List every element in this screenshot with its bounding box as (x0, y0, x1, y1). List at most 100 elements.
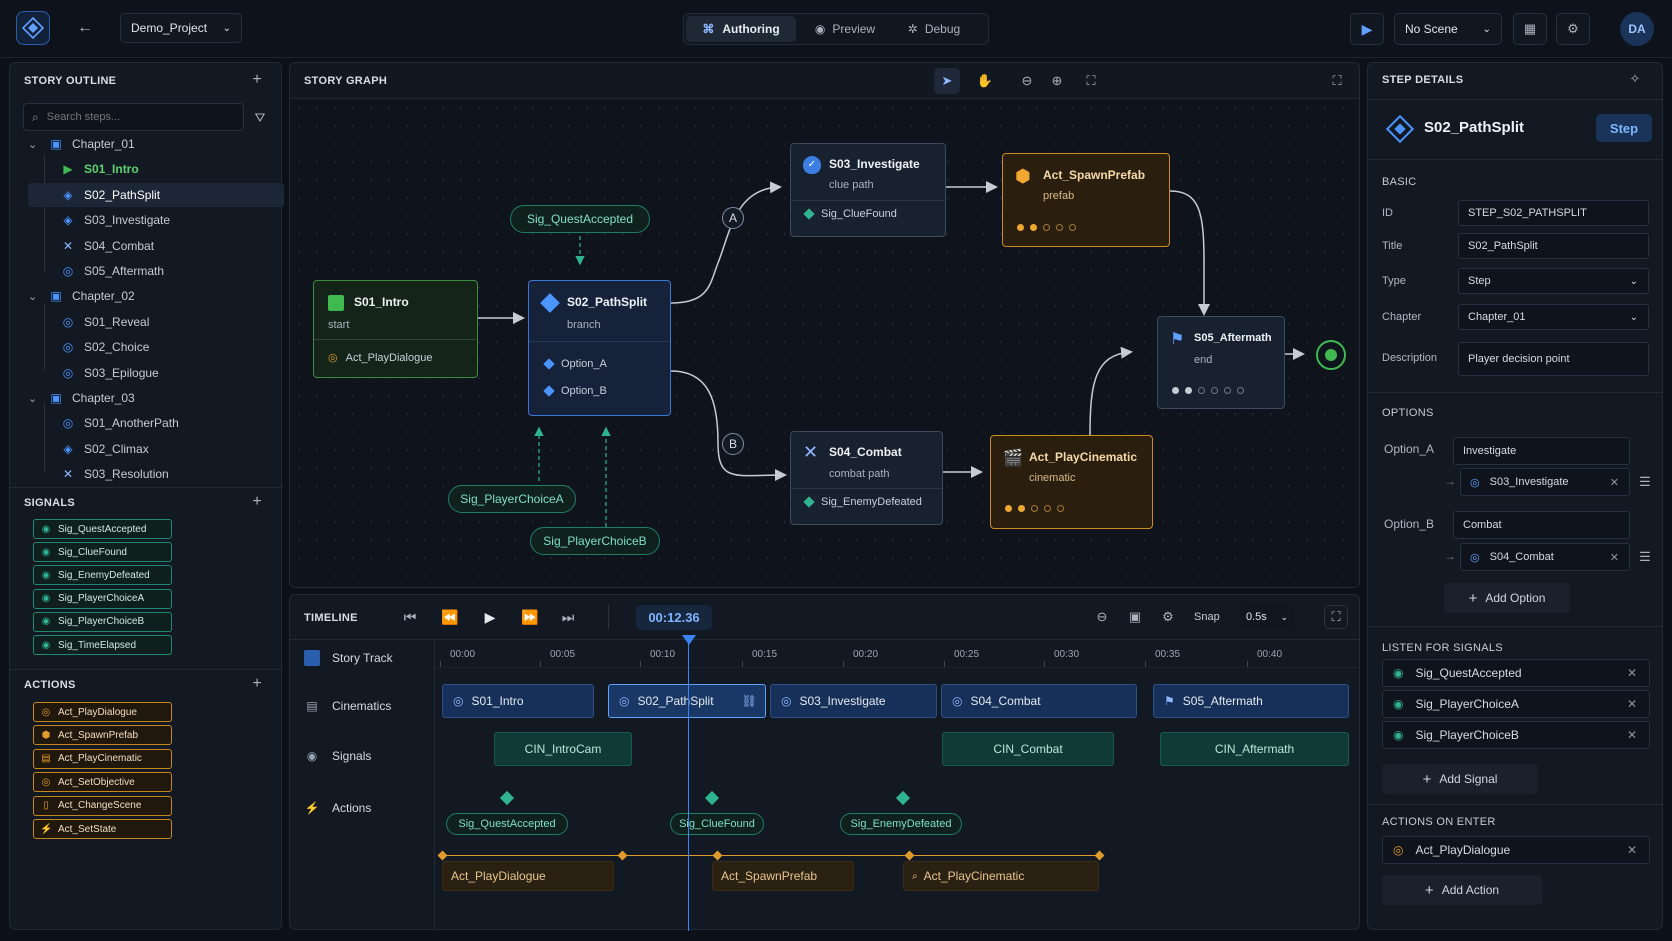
clip-s05-aftermath[interactable]: ⚑ S05_Aftermath (1153, 684, 1349, 718)
option-a-menu-button[interactable]: ☰ (1634, 470, 1656, 494)
close-icon[interactable]: ✕ (1627, 697, 1637, 711)
play-button[interactable]: ▶ (1350, 13, 1384, 45)
tl-signal-clue-found[interactable]: Sig_ClueFound (670, 813, 764, 835)
signal-chip[interactable]: ◉ Sig_EnemyDefeated (33, 565, 172, 586)
back-button[interactable]: ← (72, 15, 98, 41)
close-icon[interactable]: ✕ (1627, 666, 1637, 680)
node-s04-combat[interactable]: ✕ S04_Combat combat path Sig_EnemyDefeat… (790, 431, 943, 525)
avatar[interactable]: DA (1620, 12, 1654, 46)
option-b-value[interactable]: Combat (1453, 511, 1630, 539)
timeline-play-button[interactable]: ▶ (478, 605, 502, 629)
pin-button[interactable]: ✧ (1624, 68, 1646, 90)
option-a-target[interactable]: ◎ S03_Investigate ✕ (1460, 468, 1630, 496)
chevron-down-icon[interactable]: ⌄ (28, 392, 42, 405)
node-s05-aftermath[interactable]: ⚑ S05_Aftermath end (1157, 316, 1285, 409)
listen-signal-item[interactable]: ◉ Sig_PlayerChoiceA ✕ (1382, 690, 1650, 718)
outline-step[interactable]: ◈ S03_Investigate (28, 208, 284, 232)
add-signal-button[interactable]: + (246, 491, 268, 513)
outline-step[interactable]: ▶ S01_Intro (28, 157, 284, 181)
timeline-settings-button[interactable]: ⚙ (1156, 605, 1180, 629)
close-icon[interactable]: ✕ (1627, 728, 1637, 742)
settings-button[interactable]: ⚙ (1556, 13, 1590, 45)
tab-preview[interactable]: ◉ Preview (800, 16, 890, 42)
node-option-a[interactable]: Option_A (543, 358, 607, 370)
add-action-button[interactable]: + (246, 673, 268, 695)
description-field[interactable]: Player decision point (1458, 342, 1649, 376)
signal-chip[interactable]: ◉ Sig_PlayerChoiceA (33, 588, 172, 609)
outline-step[interactable]: ◈ S02_Climax (28, 437, 284, 461)
chapter-select[interactable]: Chapter_01 ⌄ (1458, 304, 1649, 330)
skip-start-button[interactable]: ⏮ (398, 605, 422, 629)
clip-cin-combat[interactable]: CIN_Combat (942, 732, 1114, 766)
node-s02-pathsplit[interactable]: S02_PathSplit branch Option_A Option_B (528, 280, 671, 416)
add-action-to-step-button[interactable]: + Add Action (1382, 875, 1542, 905)
outline-step[interactable]: ◎ S03_Epilogue (28, 361, 284, 385)
clip-act-spawn-prefab[interactable]: Act_SpawnPrefab (712, 861, 854, 891)
filter-button[interactable]: ⛛ (249, 107, 271, 129)
id-field[interactable]: STEP_S02_PATHSPLIT (1458, 200, 1649, 226)
title-field[interactable]: S02_PathSplit (1458, 233, 1649, 259)
close-icon[interactable]: ✕ (1610, 551, 1619, 564)
outline-step[interactable]: ◈ S02_PathSplit (28, 182, 284, 207)
action-chip[interactable]: ▤ Act_PlayCinematic (33, 748, 172, 769)
node-s01-intro[interactable]: S01_Intro start ◎ Act_PlayDialogue (313, 280, 478, 378)
signal-chip[interactable]: ◉ Sig_TimeElapsed (33, 635, 172, 655)
node-act-play-cinematic[interactable]: 🎬 Act_PlayCinematic cinematic (990, 435, 1153, 529)
outline-chapter[interactable]: ⌄ ▣ Chapter_01 (28, 132, 284, 156)
layout-button[interactable]: ▦ (1513, 13, 1547, 45)
outline-step[interactable]: ◎ S01_AnotherPath (28, 411, 284, 435)
node-option-b[interactable]: Option_B (543, 385, 607, 397)
action-chip[interactable]: ◎ Act_PlayDialogue (33, 702, 172, 722)
app-logo[interactable] (16, 11, 50, 45)
graph-signal-quest-accepted[interactable]: Sig_QuestAccepted (510, 205, 650, 233)
capture-button[interactable]: ▣ (1123, 605, 1147, 629)
graph-signal-player-choice-a[interactable]: Sig_PlayerChoiceA (448, 485, 576, 513)
timeline-expand-button[interactable]: ⛶ (1324, 605, 1348, 629)
tl-signal-enemy-defeated[interactable]: Sig_EnemyDefeated (840, 813, 962, 835)
scene-select[interactable]: No Scene ⌄ (1394, 13, 1502, 45)
action-chip[interactable]: ▯ Act_ChangeScene (33, 795, 172, 816)
add-step-button[interactable]: + (246, 69, 268, 91)
clip-act-play-cinematic[interactable]: ⌕ Act_PlayCinematic (903, 861, 1099, 891)
clip-cin-aftermath[interactable]: CIN_Aftermath (1160, 732, 1349, 766)
listen-signal-item[interactable]: ◉ Sig_QuestAccepted ✕ (1382, 659, 1650, 687)
action-chip[interactable]: ⬢ Act_SpawnPrefab (33, 725, 172, 746)
add-option-button[interactable]: + Add Option (1444, 583, 1570, 613)
tl-signal-quest-accepted[interactable]: Sig_QuestAccepted (446, 813, 568, 835)
option-b-menu-button[interactable]: ☰ (1634, 545, 1656, 569)
chevron-down-icon[interactable]: ⌄ (28, 138, 42, 151)
outline-step[interactable]: ✕ S03_Resolution (28, 462, 284, 486)
close-icon[interactable]: ✕ (1627, 843, 1637, 857)
close-icon[interactable]: ✕ (1610, 476, 1619, 489)
clip-s01-intro[interactable]: ◎ S01_Intro (442, 684, 594, 718)
step-back-button[interactable]: ⏪ (438, 605, 462, 629)
outline-chapter[interactable]: ⌄ ▣ Chapter_03 (28, 386, 284, 410)
option-b-target[interactable]: ◎ S04_Combat ✕ (1460, 543, 1630, 571)
search-input[interactable] (46, 111, 217, 123)
add-signal-to-step-button[interactable]: + Add Signal (1382, 764, 1538, 794)
project-select[interactable]: Demo_Project ⌄ (120, 13, 242, 43)
clip-cin-intro-cam[interactable]: CIN_IntroCam (494, 732, 632, 766)
clip-s04-combat[interactable]: ◎ S04_Combat (941, 684, 1137, 718)
playhead[interactable] (688, 639, 689, 931)
type-select[interactable]: Step ⌄ (1458, 268, 1649, 294)
clip-s03-investigate[interactable]: ◎ S03_Investigate (770, 684, 937, 718)
signal-chip[interactable]: ◉ Sig_ClueFound (33, 542, 172, 563)
graph-signal-player-choice-b[interactable]: Sig_PlayerChoiceB (530, 527, 660, 555)
option-a-value[interactable]: Investigate (1453, 437, 1630, 465)
signal-chip[interactable]: ◉ Sig_PlayerChoiceB (33, 611, 172, 632)
playhead-handle[interactable] (682, 635, 696, 645)
chevron-down-icon[interactable]: ⌄ (28, 290, 42, 303)
outline-step[interactable]: ◎ S01_Reveal (28, 310, 284, 334)
skip-end-button[interactable]: ⏭ (556, 605, 580, 629)
listen-signal-item[interactable]: ◉ Sig_PlayerChoiceB ✕ (1382, 721, 1650, 749)
zoom-button[interactable]: ⊖ (1090, 605, 1114, 629)
action-chip[interactable]: ⚡ Act_SetState (33, 819, 172, 839)
search-box[interactable]: ⌕ (23, 103, 244, 131)
node-s03-investigate[interactable]: ✓ S03_Investigate clue path Sig_ClueFoun… (790, 143, 946, 237)
tab-debug[interactable]: ✲ Debug (892, 16, 976, 42)
end-node[interactable] (1316, 340, 1346, 370)
outline-step[interactable]: ◎ S05_Aftermath (28, 259, 284, 283)
signal-chip[interactable]: ◉ Sig_QuestAccepted (33, 519, 172, 539)
on-enter-action-item[interactable]: ◎ Act_PlayDialogue ✕ (1382, 836, 1650, 864)
